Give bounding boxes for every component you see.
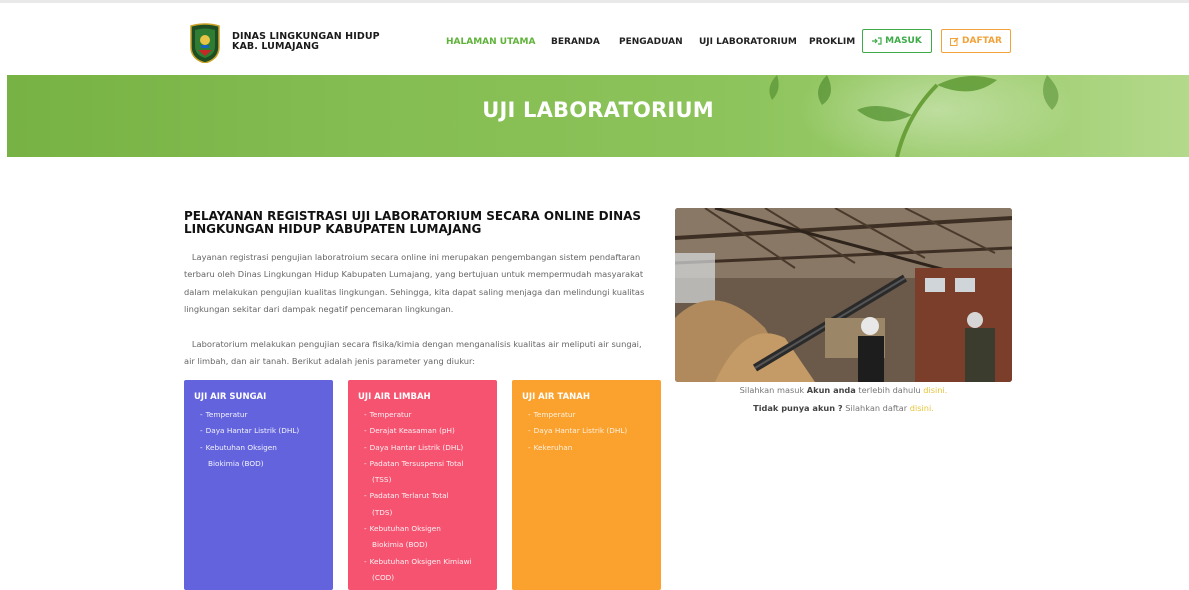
register-button[interactable]: DAFTAR bbox=[941, 29, 1011, 53]
nav-proklim[interactable]: PROKLIM bbox=[809, 37, 855, 47]
card-uji-air-sungai: UJI AIR SUNGAI - Temperatur - Daya Hantar … bbox=[184, 380, 333, 590]
laboratory-photo bbox=[675, 208, 1012, 382]
nav-beranda[interactable]: BERANDA bbox=[551, 37, 600, 47]
list-item: - Padatan Tersuspensi Total bbox=[364, 458, 464, 468]
list-item: Biokimia (BOD) bbox=[372, 540, 428, 550]
login-button[interactable]: MASUK bbox=[862, 29, 932, 53]
register-prompt-bold: Tidak punya akun ? bbox=[753, 403, 843, 413]
register-prompt: Tidak punya akun ? Silahkan daftar disin… bbox=[753, 403, 934, 413]
card-title: UJI AIR LIMBAH bbox=[358, 392, 431, 402]
login-button-label: MASUK bbox=[885, 36, 922, 46]
list-item: (TDS) bbox=[372, 507, 393, 517]
nav-halaman-utama[interactable]: HALAMAN UTAMA bbox=[446, 37, 535, 47]
banner-title: UJI LABORATORIUM bbox=[482, 98, 714, 122]
list-item: (COD) bbox=[372, 572, 395, 582]
brand-line-2: KAB. LUMAJANG bbox=[232, 41, 320, 52]
brand-name[interactable]: DINAS LINGKUNGAN HIDUP KAB. LUMAJANG bbox=[232, 32, 380, 52]
list-item: (TSS) bbox=[372, 475, 392, 485]
page-banner: UJI LABORATORIUM bbox=[7, 75, 1189, 157]
list-item: - Kebutuhan Oksigen bbox=[200, 442, 277, 452]
intro-paragraph: Layanan registrasi pengujian laboratroiu… bbox=[184, 249, 654, 319]
list-item: - Temperatur bbox=[528, 410, 576, 419]
kabupaten-lumajang-logo-icon[interactable] bbox=[189, 23, 221, 63]
card-title: UJI AIR SUNGAI bbox=[194, 392, 267, 402]
list-item: - Padatan Terlarut Total bbox=[364, 491, 449, 501]
list-item: - Derajat Keasaman (pH) bbox=[364, 426, 455, 436]
list-item: Biokimia (BOD) bbox=[208, 458, 264, 468]
nav-uji-laboratorium[interactable]: UJI LABORATORIUM bbox=[699, 37, 797, 47]
parameter-paragraph-text: Laboratorium melakukan pengujian secara … bbox=[184, 339, 642, 367]
list-item: - Temperatur bbox=[364, 410, 412, 419]
sign-in-icon bbox=[872, 37, 882, 45]
list-item: - Daya Hantar Listrik (DHL) bbox=[364, 442, 464, 452]
list-item: - Kekeruhan bbox=[528, 442, 573, 452]
register-link[interactable]: disini. bbox=[910, 403, 934, 413]
register-button-label: DAFTAR bbox=[962, 36, 1002, 46]
list-item: - Daya Hantar Listrik (DHL) bbox=[528, 426, 628, 436]
login-prompt: Silahkan masuk Akun anda terlebih dahulu… bbox=[739, 385, 948, 395]
page-title: PELAYANAN REGISTRASI UJI LABORATORIUM SE… bbox=[184, 209, 642, 236]
card-uji-air-limbah: UJI AIR LIMBAH - Temperatur - Derajat Keas… bbox=[348, 380, 497, 590]
list-item: - Kebutuhan Oksigen Kimiawi bbox=[364, 556, 472, 566]
card-uji-air-tanah: UJI AIR TANAH - Temperatur - Daya Hantar L… bbox=[512, 380, 661, 590]
list-item: - Daya Hantar Listrik (DHL) bbox=[200, 426, 300, 436]
list-item: - Temperatur bbox=[200, 410, 248, 419]
parameter-paragraph: Laboratorium melakukan pengujian secara … bbox=[184, 336, 654, 371]
list-item: - Kebutuhan Oksigen bbox=[364, 524, 441, 534]
intro-paragraph-text: Layanan registrasi pengujian laboratroiu… bbox=[184, 252, 645, 315]
top-header: DINAS LINGKUNGAN HIDUP KAB. LUMAJANG HAL… bbox=[0, 0, 1189, 75]
facility-image-icon bbox=[675, 208, 1012, 382]
login-prompt-bold: Akun anda bbox=[806, 385, 856, 395]
edit-icon bbox=[950, 37, 959, 46]
login-link[interactable]: disini. bbox=[923, 385, 947, 395]
nav-pengaduan[interactable]: PENGADUAN bbox=[619, 37, 683, 47]
card-title: UJI AIR TANAH bbox=[522, 392, 590, 402]
